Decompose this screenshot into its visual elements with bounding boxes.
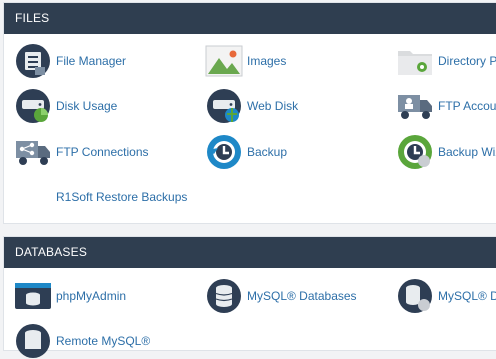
r1soft-restore-backups-link[interactable]: R1Soft Restore Backups (14, 179, 187, 215)
backup-label: Backup (247, 145, 288, 159)
mysql-databases-link[interactable]: MySQL® Databases (205, 278, 357, 314)
backup-wizard-link[interactable]: Backup Wiz (396, 134, 496, 170)
web-disk-label: Web Disk (247, 99, 299, 113)
web-disk-link[interactable]: Web Disk (205, 88, 298, 124)
backup-icon (205, 134, 243, 170)
disk-usage-label: Disk Usage (56, 99, 118, 113)
file-manager-label: File Manager (56, 54, 127, 68)
mysql-database-wizard-link[interactable]: MySQL® Da (396, 278, 496, 314)
mysql-databases-label: MySQL® Databases (247, 289, 357, 303)
backup-wizard-label: Backup Wiz (438, 145, 496, 159)
remote-mysql-link[interactable]: Remote MySQL® (14, 323, 150, 359)
images-icon (205, 43, 243, 79)
phpmyadmin-link[interactable]: phpMyAdmin (14, 278, 126, 314)
directory-privacy-link[interactable]: Directory Pr (396, 43, 496, 79)
mysql-database-wizard-label: MySQL® Da (438, 289, 496, 303)
ftp-connections-icon (14, 134, 52, 170)
images-link[interactable]: Images (205, 43, 286, 79)
disk-usage-icon (14, 88, 52, 124)
remote-mysql-label: Remote MySQL® (56, 334, 151, 348)
backup-link[interactable]: Backup (205, 134, 287, 170)
phpmyadmin-icon (14, 278, 52, 314)
ftp-connections-label: FTP Connections (56, 145, 149, 159)
files-header: FILES (4, 3, 496, 34)
directory-privacy-icon (396, 43, 434, 79)
backup-wizard-icon (396, 134, 434, 170)
disk-usage-link[interactable]: Disk Usage (14, 88, 117, 124)
ftp-accounts-link[interactable]: FTP Accoun (396, 88, 496, 124)
databases-header: DATABASES (4, 237, 496, 268)
phpmyadmin-label: phpMyAdmin (56, 289, 127, 303)
images-label: Images (247, 54, 287, 68)
file-manager-link[interactable]: File Manager (14, 43, 126, 79)
mysql-database-wizard-icon (396, 278, 434, 314)
file-manager-icon (14, 43, 52, 79)
web-disk-icon (205, 88, 243, 124)
r1soft-blank-icon (14, 179, 52, 215)
r1soft-restore-backups-label: R1Soft Restore Backups (56, 190, 188, 204)
directory-privacy-label: Directory Pr (438, 54, 496, 68)
ftp-accounts-icon (396, 88, 434, 124)
mysql-databases-icon (205, 278, 243, 314)
ftp-accounts-label: FTP Accoun (438, 99, 496, 113)
ftp-connections-link[interactable]: FTP Connections (14, 134, 149, 170)
remote-mysql-icon (14, 323, 52, 359)
